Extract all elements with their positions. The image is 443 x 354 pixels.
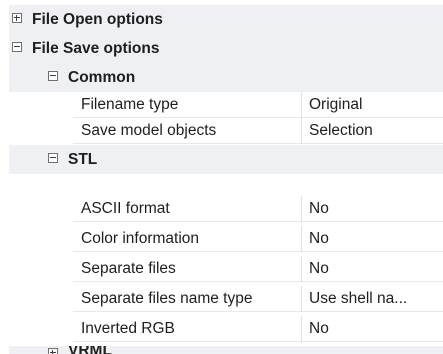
property-name: Filename type [81, 96, 179, 113]
property-value[interactable]: Original [309, 92, 443, 117]
category-label: File Save options [32, 40, 160, 57]
property-value[interactable]: No [309, 196, 443, 221]
property-row-filename-type[interactable]: Filename type Original [73, 92, 443, 118]
property-value[interactable]: No [309, 226, 443, 251]
property-name: Save model objects [81, 122, 217, 139]
property-value[interactable]: Use shell na... [309, 286, 443, 311]
property-name: Separate files name type [81, 290, 253, 307]
category-label: File Open options [32, 11, 163, 28]
column-divider [301, 256, 302, 282]
category-stl[interactable]: STL [9, 145, 443, 174]
property-name: Color information [81, 230, 200, 247]
collapse-minus-icon[interactable] [12, 42, 22, 52]
property-row-inverted-rgb[interactable]: Inverted RGB No [73, 316, 443, 342]
column-divider [301, 316, 302, 342]
property-row-color-information[interactable]: Color information No [73, 226, 443, 252]
column-divider [301, 226, 302, 252]
column-divider [301, 118, 302, 144]
property-value[interactable]: No [309, 316, 443, 341]
category-label: STL [68, 151, 98, 168]
category-file-open[interactable]: File Open options [9, 5, 443, 34]
property-row-separate-files[interactable]: Separate files No [73, 256, 443, 282]
category-label: Common [68, 69, 136, 86]
property-row-save-model-objects[interactable]: Save model objects Selection [73, 118, 443, 144]
property-value[interactable]: No [309, 256, 443, 281]
column-divider [301, 92, 302, 118]
property-name: Inverted RGB [81, 320, 175, 337]
column-divider [301, 196, 302, 222]
property-row-ascii-format[interactable]: ASCII format No [73, 196, 443, 222]
property-grid: File Open options File Save options Comm… [9, 0, 443, 354]
expand-plus-icon[interactable] [48, 348, 58, 354]
category-common[interactable]: Common [9, 63, 443, 92]
collapse-minus-icon[interactable] [48, 71, 58, 81]
category-file-save[interactable]: File Save options [9, 34, 443, 63]
category-cutoff[interactable]: VRML [9, 346, 443, 354]
property-row-separate-files-name-type[interactable]: Separate files name type Use shell na... [73, 286, 443, 312]
collapse-minus-icon[interactable] [48, 153, 58, 163]
property-name: ASCII format [81, 200, 170, 217]
property-value[interactable]: Selection [309, 118, 443, 143]
column-divider [301, 286, 302, 312]
expand-plus-icon[interactable] [12, 13, 22, 23]
property-name: Separate files [81, 260, 176, 277]
category-label: VRML [68, 346, 112, 354]
